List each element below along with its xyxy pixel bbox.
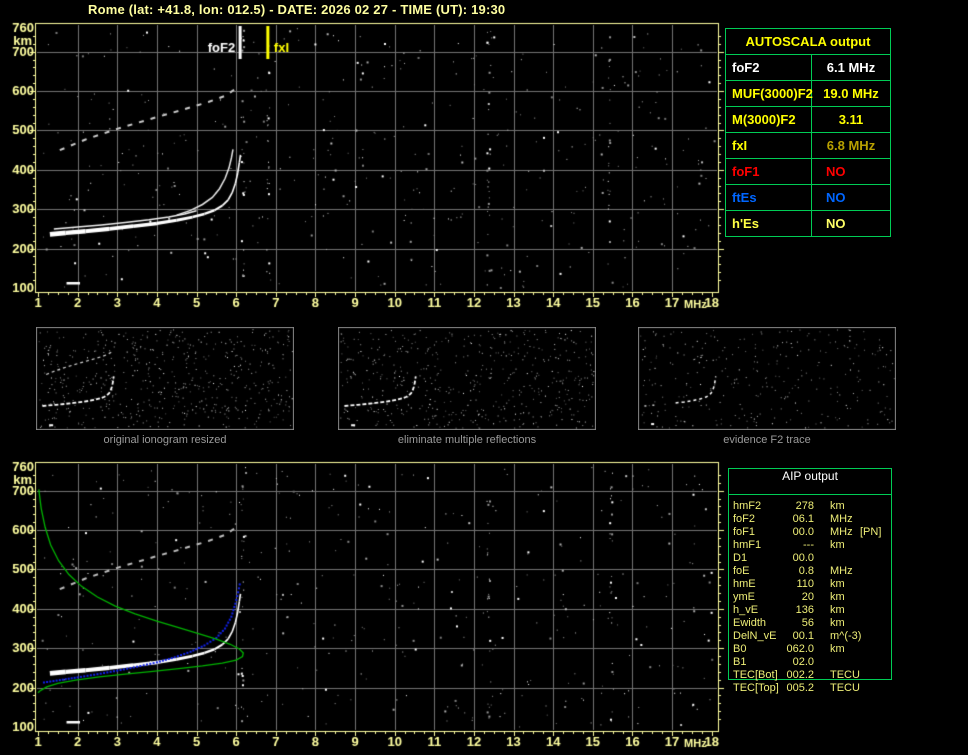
aip-row-B0: B0 062.0 km [728,643,958,656]
param-unit: km [830,578,845,590]
aip-row-foF2: foF2 06.1 MHz [728,513,958,526]
scaled-ionogram-plot [0,18,730,318]
param-value: 110 [796,578,814,590]
thumbnail-eliminate-reflections [338,327,596,430]
thumbnail-original-ionogram [36,327,294,430]
param-value: --- [803,539,814,551]
table-row-ftEs: ftEs NO [726,185,890,211]
param-value: 278 [795,500,814,512]
param-name: foF1 [733,526,756,538]
param-unit: km [830,591,845,603]
param-name: hmE [733,578,756,590]
param-unit: m^(-3) [830,630,862,642]
row-value: NO [826,190,846,205]
table-row-MUF3000F2: MUF(3000)F2 19.0 MHz [726,81,890,107]
param-value: 06.1 [792,513,814,525]
row-value: NO [826,164,846,179]
thumbnail-caption-original: original ionogram resized [103,434,227,446]
row-value: 19.0 MHz [823,86,879,101]
param-unit: TECU [830,682,860,694]
param-value: 00.0 [792,552,814,564]
param-name: B1 [733,656,747,668]
row-value: 3.11 [838,112,864,127]
row-value: 6.1 MHz [826,60,876,75]
param-value: 062.0 [786,643,814,655]
table-row-fxI: fxI 6.8 MHz [726,133,890,159]
row-label: fxI [726,133,812,158]
param-name: foF2 [733,513,756,525]
param-unit: MHz [830,526,853,538]
param-value: 00.0 [792,526,814,538]
aip-row-D1: D1 00.0 [728,552,958,565]
thumbnail-evidence-f2-trace [638,327,896,430]
table-row-M3000F2: M(3000)F2 3.11 [726,107,890,133]
row-label: MUF(3000)F2 [726,81,813,106]
aip-output-rows: hmF2 278 km foF2 06.1 MHz foF1 00.0 MHz [PN] hm… [728,500,958,695]
aip-row-hmF2: hmF2 278 km [728,500,958,513]
param-value: 0.8 [798,565,814,577]
param-name: hmF1 [733,539,762,551]
param-unit: TECU [830,669,860,681]
row-label: M(3000)F2 [726,107,812,132]
param-unit: MHz [830,513,853,525]
aip-row-hmF1: hmF1 --- km [728,539,958,552]
param-unit: km [830,617,845,629]
param-name: h_vE [733,604,759,616]
param-unit: km [830,500,845,512]
param-value: 56 [801,617,814,629]
aip-row-B1: B1 02.0 [728,656,958,669]
param-unit: km [830,643,845,655]
param-extra: [PN] [860,526,882,538]
autoscala-output-table: AUTOSCALA output foF2 6.1 MHz MUF(3000)F… [725,28,891,237]
param-name: Ewidth [733,617,767,629]
aip-row-h_vE: h_vE 136 km [728,604,958,617]
aip-row-hmE: hmE 110 km [728,578,958,591]
row-label: foF2 [726,55,812,80]
autoscala-table-title: AUTOSCALA output [726,29,890,55]
table-row-hEs: h'Es NO [726,211,890,236]
param-name: D1 [733,552,748,564]
aip-row-foF1: foF1 00.0 MHz [PN] [728,526,958,539]
row-label: h'Es [726,211,812,236]
param-unit: km [830,539,845,551]
table-row-foF2: foF2 6.1 MHz [726,55,890,81]
aip-row-TECBot: TEC[Bot] 002.2 TECU [728,669,958,682]
param-unit: MHz [830,565,853,577]
param-name: hmF2 [733,500,762,512]
param-name: ymE [733,591,755,603]
aip-row-DelN_vE: DelN_vE 00.1 m^(-3) [728,630,958,643]
param-value: 00.1 [792,630,814,642]
param-value: 005.2 [786,682,814,694]
profile-ionogram-plot [0,456,730,755]
aip-table-title: AIP output [729,469,891,495]
row-value: 6.8 MHz [826,138,876,153]
param-unit: km [830,604,845,616]
aip-row-TECTop: TEC[Top] 005.2 TECU [728,682,958,695]
row-value: NO [826,216,846,231]
row-label: ftEs [726,185,812,210]
param-value: 20 [801,591,814,603]
param-value: 002.2 [786,669,814,681]
header-title: Rome (lat: +41.8, lon: 012.5) - DATE: 20… [88,2,506,17]
thumbnail-caption-eliminate: eliminate multiple reflections [397,434,537,446]
aip-row-foE: foE 0.8 MHz [728,565,958,578]
param-value: 136 [795,604,814,616]
param-name: foE [733,565,750,577]
aip-row-Ewidth: Ewidth 56 km [728,617,958,630]
row-label: foF1 [726,159,812,184]
table-row-foF1: foF1 NO [726,159,890,185]
param-value: 02.0 [792,656,814,668]
param-name: B0 [733,643,747,655]
thumbnail-caption-evidence: evidence F2 trace [723,434,811,446]
aip-row-ymE: ymE 20 km [728,591,958,604]
